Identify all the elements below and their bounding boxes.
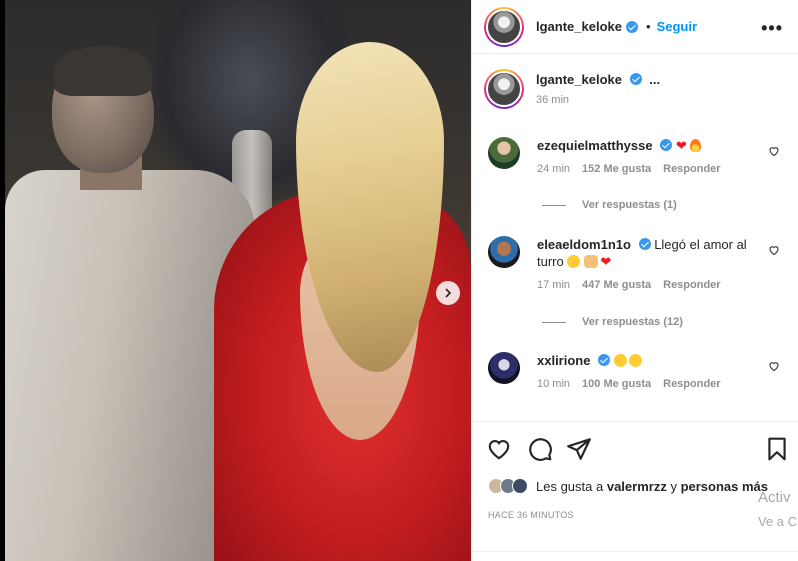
- verified-badge-icon: [660, 139, 673, 151]
- reply-button[interactable]: Responder: [663, 378, 720, 390]
- reply-button[interactable]: Responder: [663, 163, 720, 175]
- commenter-username[interactable]: xxlirione: [537, 353, 590, 368]
- likes-others[interactable]: personas más: [681, 479, 768, 494]
- post-actions: Les gusta a valermrzz y personas más HAC…: [472, 421, 798, 551]
- activation-line-2: Ve a C: [758, 514, 798, 529]
- fire-emoji-icon: [690, 139, 702, 152]
- comment-item: xxlirione 10 min 100 Me gusta Responder: [488, 352, 788, 390]
- laughing-emoji-icon: [613, 354, 627, 367]
- author-avatar[interactable]: [484, 6, 524, 47]
- comment-icon[interactable]: [527, 436, 553, 462]
- post-photo[interactable]: [0, 0, 471, 561]
- activation-line-1: Activ: [758, 489, 791, 506]
- commenter-avatar[interactable]: [488, 137, 520, 169]
- follow-button[interactable]: Seguir: [657, 19, 697, 34]
- likes-connector: y: [670, 478, 677, 494]
- view-replies-label: Ver respuestas (1): [582, 199, 677, 211]
- reply-button[interactable]: Responder: [663, 279, 720, 291]
- caption-time: 36 min: [536, 94, 570, 106]
- comment-time: 24 min: [537, 163, 571, 175]
- like-comment-icon[interactable]: [768, 145, 780, 157]
- verified-badge-icon: [598, 354, 611, 366]
- likes-summary[interactable]: Les gusta a valermrzz y personas más: [488, 478, 768, 494]
- view-replies-button[interactable]: Ver respuestas (1): [542, 199, 677, 211]
- comment-likes[interactable]: 152 Me gusta: [582, 163, 651, 175]
- replies-line: [542, 204, 566, 206]
- raising-hands-emoji-icon: [584, 255, 599, 268]
- comment-item: eleaeldom1n1o Llegó el amor al turro ❤ 1…: [488, 236, 788, 291]
- commenter-username[interactable]: eleaeldom1n1o: [537, 237, 631, 252]
- post-header: lgante_keloke • Seguir •••: [472, 0, 798, 54]
- liker-username[interactable]: valermrzz: [607, 479, 667, 494]
- separator-dot: •: [646, 19, 651, 34]
- author-username[interactable]: lgante_keloke: [536, 19, 622, 34]
- replies-line: [542, 321, 566, 323]
- comments-list[interactable]: lgante_keloke ... 36 min ezequielmatthys…: [472, 55, 798, 421]
- post-side-panel: lgante_keloke • Seguir ••• lgante_keloke…: [471, 0, 798, 561]
- comment-likes[interactable]: 447 Me gusta: [582, 279, 651, 291]
- add-comment-bar[interactable]: [472, 551, 798, 561]
- comment-item: ezequielmatthysse ❤ 24 min 152 Me gusta …: [488, 137, 788, 175]
- comment-time: 17 min: [537, 279, 571, 291]
- like-comment-icon[interactable]: [768, 360, 780, 372]
- comment-time: 10 min: [537, 378, 571, 390]
- chevron-right-icon: [445, 288, 452, 298]
- likes-prefix: Les gusta a: [536, 478, 604, 494]
- verified-badge-icon: [626, 20, 638, 33]
- caption-author-avatar[interactable]: [484, 69, 524, 109]
- photo-man-hair: [54, 46, 152, 96]
- windows-activation-watermark: Activ Ve a C: [758, 486, 797, 534]
- next-photo-button[interactable]: [436, 281, 460, 305]
- caption-author-username[interactable]: lgante_keloke: [536, 72, 622, 87]
- verified-badge-icon: [638, 238, 651, 250]
- post-timestamp: HACE 36 MINUTOS: [488, 510, 574, 520]
- comment-likes[interactable]: 100 Me gusta: [582, 378, 651, 390]
- like-comment-icon[interactable]: [768, 244, 780, 256]
- commenter-avatar[interactable]: [488, 236, 520, 268]
- like-icon[interactable]: [486, 436, 512, 462]
- share-icon[interactable]: [566, 436, 592, 462]
- laughing-emoji-icon: [628, 354, 642, 367]
- more-options-icon[interactable]: •••: [761, 18, 783, 39]
- caption: lgante_keloke ... 36 min: [484, 69, 660, 109]
- heart-eyes-emoji-icon: [567, 255, 581, 268]
- caption-more[interactable]: ...: [649, 72, 660, 87]
- commenter-username[interactable]: ezequielmatthysse: [537, 138, 653, 153]
- view-replies-button[interactable]: Ver respuestas (12): [542, 316, 683, 328]
- view-replies-label: Ver respuestas (12): [582, 316, 683, 328]
- verified-badge-icon: [629, 73, 642, 85]
- save-bookmark-icon[interactable]: [764, 436, 790, 462]
- red-heart-emoji-icon: ❤: [600, 254, 612, 269]
- liker-avatar: [512, 478, 528, 494]
- commenter-avatar[interactable]: [488, 352, 520, 384]
- red-heart-emoji-icon: ❤: [675, 138, 687, 153]
